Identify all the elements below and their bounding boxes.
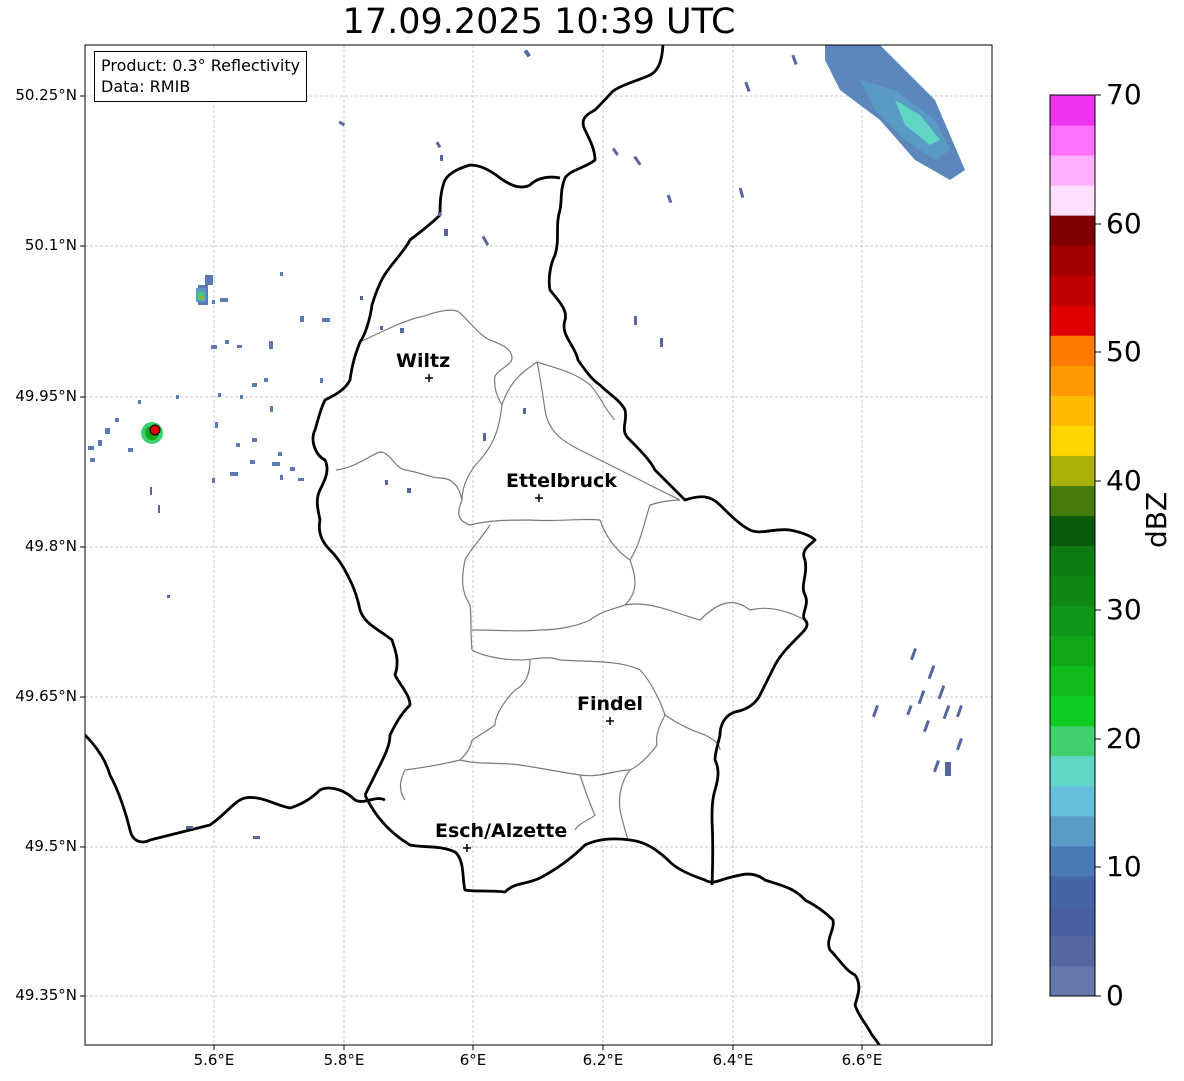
colorbar-segment <box>1050 395 1095 426</box>
city-label-esch-alzette: Esch/Alzette <box>435 820 568 842</box>
product-info-box: Product: 0.3° Reflectivity Data: RMIB <box>94 51 308 102</box>
canton-borders <box>335 309 806 841</box>
lat-tick-label: 49.5°N <box>24 837 77 855</box>
colorbar-segment <box>1050 785 1095 817</box>
colorbar-segment <box>1050 545 1095 577</box>
axis-ticks <box>80 95 863 1050</box>
lat-tick-label: 49.8°N <box>24 537 77 555</box>
colorbar-tick-label: 50 <box>1106 335 1142 368</box>
colorbar-tick-label: 10 <box>1106 850 1142 883</box>
colorbar-tick-label: 60 <box>1106 207 1142 240</box>
colorbar-segment <box>1050 725 1095 757</box>
lon-tick-label: 6.6°E <box>841 1051 883 1069</box>
colorbar <box>1050 95 1095 997</box>
colorbar-segment <box>1050 905 1095 937</box>
colorbar-segment <box>1050 635 1095 667</box>
colorbar-tick-label: 20 <box>1106 722 1142 755</box>
lon-tick-label: 5.8°E <box>323 1051 365 1069</box>
colorbar-segment <box>1050 125 1095 156</box>
lon-tick-label: 5.6°E <box>193 1051 235 1069</box>
colorbar-tick-label: 40 <box>1106 464 1142 497</box>
colorbar-segment <box>1050 935 1095 967</box>
data-source-label: Data: RMIB <box>101 77 191 96</box>
city-label-findel: Findel <box>577 693 644 715</box>
colorbar-segment <box>1050 485 1095 516</box>
gridlines <box>85 45 992 1045</box>
map-frame <box>84 44 993 1046</box>
radar-map <box>80 44 1101 1050</box>
colorbar-segment <box>1050 965 1095 997</box>
colorbar-segment <box>1050 365 1095 396</box>
product-label: Product: 0.3° Reflectivity <box>101 56 301 75</box>
colorbar-segment <box>1050 665 1095 697</box>
city-label-wiltz: Wiltz <box>396 350 451 372</box>
colorbar-segment <box>1050 815 1095 847</box>
radar-echo-west-scatter <box>88 272 330 483</box>
colorbar-segment <box>1050 425 1095 456</box>
colorbar-segment <box>1050 755 1095 787</box>
lat-tick-label: 49.35°N <box>15 986 77 1004</box>
colorbar-segment <box>1050 245 1095 276</box>
lat-tick-label: 49.95°N <box>15 387 77 405</box>
city-markers <box>425 374 614 852</box>
colorbar-segment <box>1050 95 1095 126</box>
lat-tick-label: 49.65°N <box>15 687 77 705</box>
colorbar-segment <box>1050 575 1095 607</box>
colorbar-segment <box>1050 335 1095 366</box>
colorbar-segment <box>1050 275 1095 306</box>
colorbar-segment <box>1050 695 1095 727</box>
radar-echo-west-hotspot <box>141 288 206 444</box>
colorbar-segment <box>1050 215 1095 246</box>
radar-echo-east-cluster <box>872 648 963 776</box>
colorbar-segment <box>1050 155 1095 186</box>
colorbar-tick-label: 70 <box>1106 78 1142 111</box>
colorbar-segment <box>1050 845 1095 877</box>
colorbar-segment <box>1050 875 1095 907</box>
lon-tick-label: 6.4°E <box>712 1051 754 1069</box>
lat-tick-label: 50.25°N <box>15 86 77 104</box>
colorbar-segment <box>1050 185 1095 216</box>
colorbar-ticks <box>1095 94 1101 997</box>
colorbar-unit-label: dBZ <box>1140 491 1173 548</box>
colorbar-tick-label: 30 <box>1106 593 1142 626</box>
colorbar-segment <box>1050 515 1095 546</box>
colorbar-segment <box>1050 605 1095 637</box>
lat-tick-label: 50.1°N <box>24 236 77 254</box>
colorbar-segment <box>1050 455 1095 486</box>
colorbar-tick-label: 0 <box>1106 979 1124 1012</box>
radar-echo-scatter <box>150 49 798 839</box>
city-label-ettelbruck: Ettelbruck <box>506 470 617 492</box>
lon-tick-label: 6.2°E <box>582 1051 624 1069</box>
lon-tick-label: 6°E <box>459 1051 487 1069</box>
radar-site-marker <box>149 424 161 436</box>
colorbar-segment <box>1050 305 1095 336</box>
